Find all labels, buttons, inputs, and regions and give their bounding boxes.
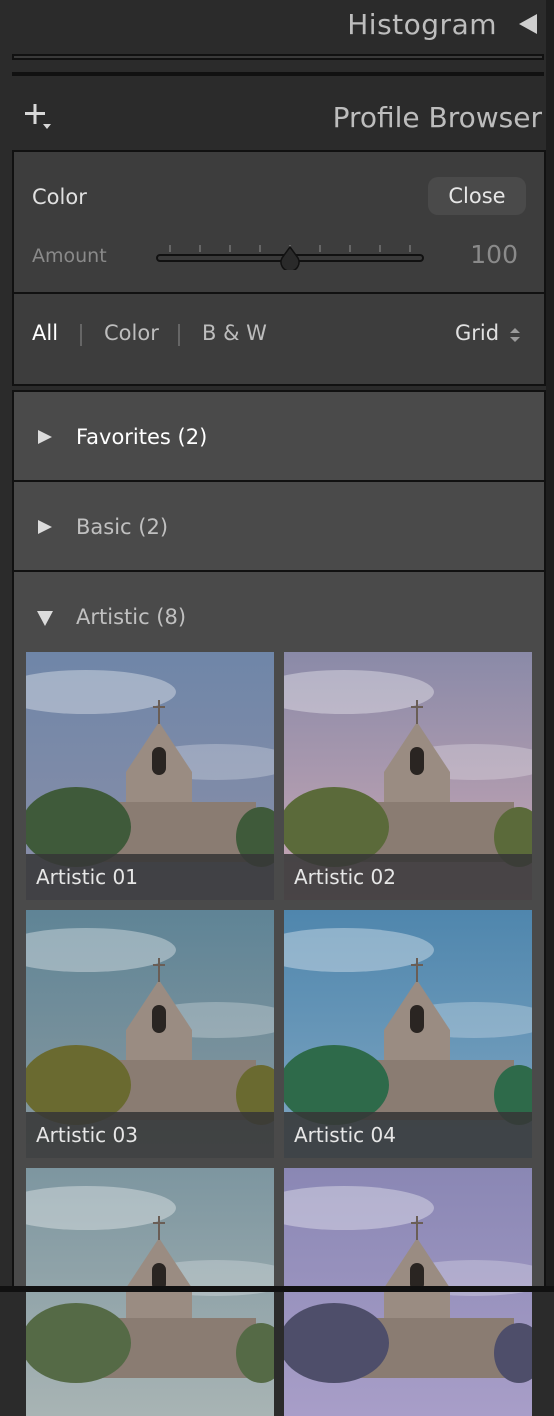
slider-tick: [199, 245, 201, 252]
filter-bw-tab[interactable]: B & W: [202, 321, 267, 345]
profile-thumbnail[interactable]: Artistic 02: [284, 652, 532, 900]
profile-thumbnail[interactable]: [26, 1168, 274, 1416]
slider-tick: [379, 245, 381, 252]
filter-color-tab[interactable]: Color: [104, 321, 159, 345]
profile-thumbnail[interactable]: [284, 1168, 532, 1416]
slider-tick: [349, 245, 351, 252]
scrollbar[interactable]: [546, 0, 554, 1292]
church-photo: [26, 1168, 274, 1416]
group-label: Artistic (8): [76, 605, 187, 629]
group-favorites[interactable]: Favorites (2): [14, 394, 544, 482]
group-divider: [14, 480, 544, 482]
amount-label: Amount: [32, 245, 107, 267]
church-photo: [284, 1168, 532, 1416]
filter-all-tab[interactable]: All: [32, 321, 58, 345]
slider-tick: [259, 245, 261, 252]
slider-tick: [169, 245, 171, 252]
slider-tick: [319, 245, 321, 252]
filter-separator: [80, 324, 82, 346]
view-mode-select[interactable]: Grid: [455, 321, 499, 345]
panel-divider: [12, 72, 544, 76]
profile-thumbnail[interactable]: Artistic 04: [284, 910, 532, 1158]
thumbnail-label: Artistic 01: [26, 854, 274, 900]
expand-triangle-icon[interactable]: [38, 520, 52, 534]
filter-separator: [178, 324, 180, 346]
group-divider: [14, 570, 544, 572]
slider-tick: [229, 245, 231, 252]
updown-arrows-icon[interactable]: [509, 326, 521, 344]
group-artistic[interactable]: Artistic (8): [14, 574, 544, 662]
amount-value[interactable]: 100: [470, 240, 518, 269]
panel-bottom-border: [0, 1286, 554, 1292]
panel-divider: [14, 292, 544, 294]
thumbnail-label: Artistic 02: [284, 854, 532, 900]
group-label: Favorites (2): [76, 425, 208, 449]
thumbnail-label: Artistic 03: [26, 1112, 274, 1158]
histogram-panel-title[interactable]: Histogram: [347, 8, 497, 41]
histogram-collapsed-bar: [12, 54, 544, 60]
current-profile-name: Color: [32, 185, 87, 209]
profile-browser-title: Profile Browser: [332, 101, 542, 134]
expand-triangle-icon[interactable]: [38, 430, 52, 444]
group-label: Basic (2): [76, 515, 169, 539]
add-preset-icon[interactable]: [23, 102, 53, 132]
collapse-arrow-icon[interactable]: [519, 14, 537, 34]
close-button[interactable]: Close: [428, 177, 526, 215]
thumbnail-label: Artistic 04: [284, 1112, 532, 1158]
amount-slider-thumb[interactable]: [278, 245, 302, 272]
profile-thumbnail[interactable]: Artistic 03: [26, 910, 274, 1158]
slider-tick: [409, 245, 411, 252]
collapse-triangle-icon[interactable]: [37, 611, 53, 626]
group-basic[interactable]: Basic (2): [14, 484, 544, 572]
profile-thumbnail[interactable]: Artistic 01: [26, 652, 274, 900]
